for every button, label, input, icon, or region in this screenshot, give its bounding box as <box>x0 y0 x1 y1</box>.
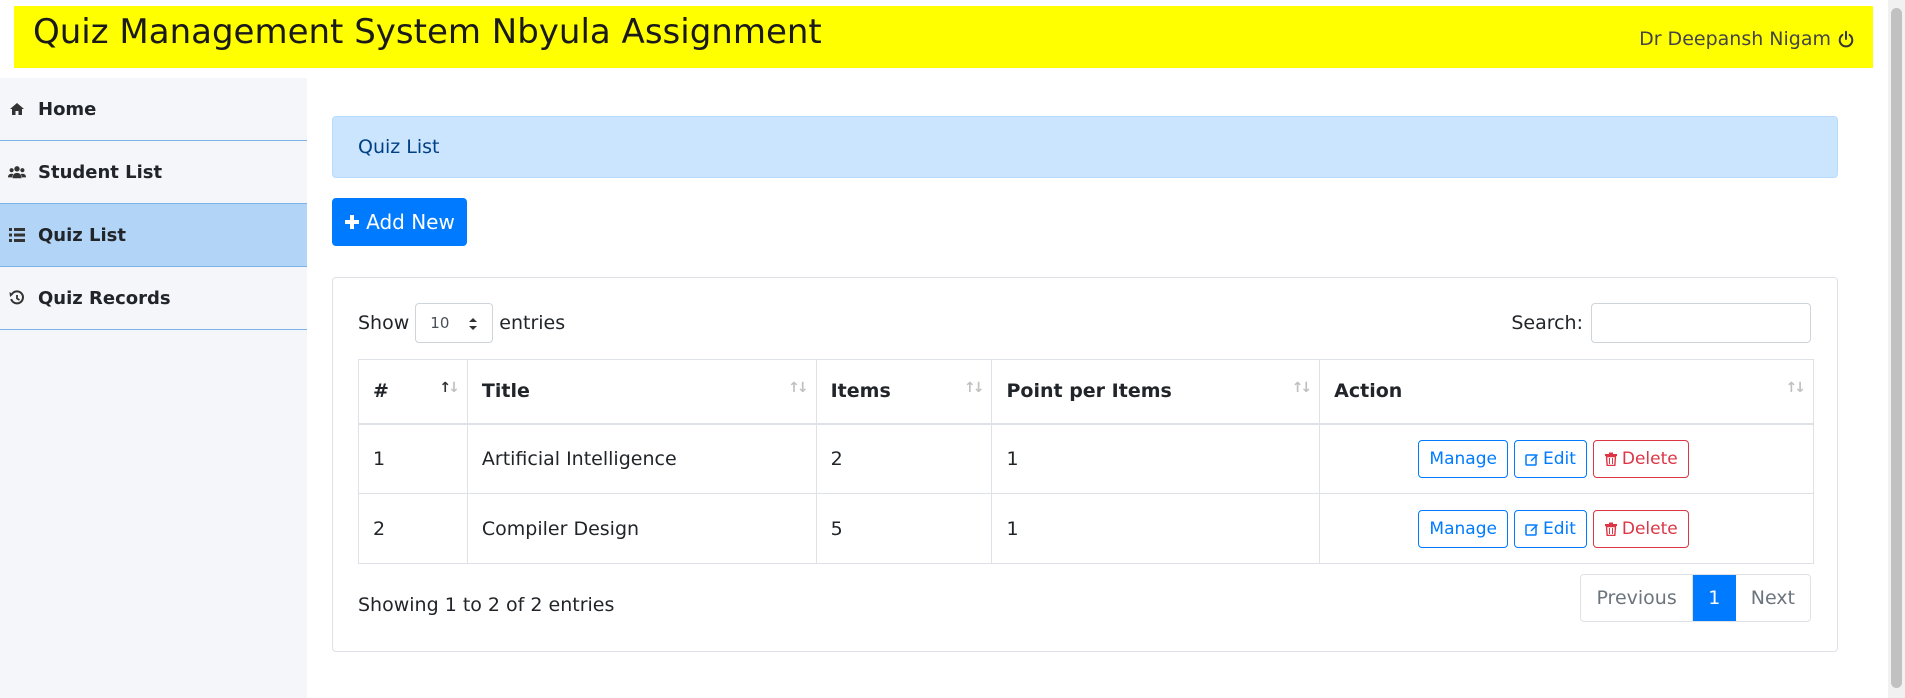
pagination-previous[interactable]: Previous <box>1581 575 1693 621</box>
sidebar-item-student-list[interactable]: Student List <box>0 141 307 204</box>
delete-button[interactable]: Delete <box>1592 509 1689 548</box>
trash-icon <box>1604 522 1617 536</box>
sidebar-item-quiz-records[interactable]: Quiz Records <box>0 267 307 330</box>
user-name: Dr Deepansh Nigam <box>1639 28 1831 50</box>
cell-number: 2 <box>358 493 468 564</box>
edit-label: Edit <box>1542 518 1576 539</box>
entries-value: 10 <box>430 314 450 332</box>
column-header-label: Point per Items <box>1006 380 1172 403</box>
delete-button[interactable]: Delete <box>1592 439 1689 478</box>
delete-label: Delete <box>1621 448 1678 469</box>
sort-asc-icon: ↑↓ <box>439 380 460 396</box>
top-header: Quiz Management System Nbyula Assignment… <box>14 6 1873 68</box>
sort-icon: ↑↓ <box>1291 380 1313 396</box>
home-icon <box>8 100 26 118</box>
cell-number: 1 <box>358 423 468 494</box>
cell-title: Compiler Design <box>466 493 817 564</box>
table-info: Showing 1 to 2 of 2 entries <box>358 594 615 616</box>
scrollbar-thumb[interactable] <box>1891 8 1902 688</box>
manage-button[interactable]: Manage <box>1418 509 1508 548</box>
page-title-banner: Quiz List <box>332 116 1838 178</box>
history-icon <box>8 289 26 307</box>
column-header-label: Title <box>481 380 530 403</box>
entries-length-control: Show 10 entries <box>358 303 565 343</box>
column-header-number[interactable]: # ↑↓ <box>358 359 468 425</box>
cell-actions: Manage Edit Delete <box>1319 493 1814 564</box>
list-icon <box>8 226 26 244</box>
pagination-page-current[interactable]: 1 <box>1692 575 1736 621</box>
user-menu[interactable]: Dr Deepansh Nigam <box>1639 28 1855 50</box>
plus-icon <box>345 215 360 229</box>
delete-label: Delete <box>1621 518 1678 539</box>
column-header-label: Action <box>1334 380 1403 403</box>
cell-points: 1 <box>991 423 1321 494</box>
sort-icon: ↑↓ <box>788 380 809 396</box>
show-label: Show <box>358 312 410 334</box>
sidebar: Home Student List Quiz List Quiz Records <box>0 78 307 698</box>
sort-icon: ↑↓ <box>1785 380 1807 396</box>
page-scrollbar[interactable] <box>1888 0 1905 698</box>
search-label: Search: <box>1511 312 1583 334</box>
column-header-points[interactable]: Point per Items ↑↓ <box>991 359 1321 425</box>
cell-actions: Manage Edit Delete <box>1319 423 1814 494</box>
add-new-label: Add New <box>366 210 455 234</box>
edit-button[interactable]: Edit <box>1513 509 1587 548</box>
sidebar-item-home[interactable]: Home <box>0 78 307 141</box>
cell-title: Artificial Intelligence <box>466 423 817 494</box>
cell-items: 2 <box>815 423 993 494</box>
manage-button[interactable]: Manage <box>1418 439 1508 478</box>
quiz-table: # ↑↓ Title ↑↓ Items ↑↓ Point per Items ↑↓ Ac… <box>358 359 1814 564</box>
search-input[interactable] <box>1591 303 1811 343</box>
power-icon[interactable] <box>1837 30 1855 48</box>
edit-button[interactable]: Edit <box>1513 439 1587 478</box>
edit-label: Edit <box>1542 448 1576 469</box>
column-header-items[interactable]: Items ↑↓ <box>815 359 993 425</box>
users-icon <box>8 163 26 181</box>
sidebar-item-label: Quiz Records <box>38 287 171 309</box>
column-header-title[interactable]: Title ↑↓ <box>466 359 817 425</box>
sidebar-item-label: Quiz List <box>38 224 126 246</box>
page-title: Quiz List <box>358 136 440 158</box>
sort-caret-icon <box>469 318 478 330</box>
quiz-table-card: Show 10 entries Search: # ↑↓ Title ↑↓ Item… <box>332 277 1838 652</box>
pagination: Previous 1 Next <box>1580 574 1811 622</box>
table-row: 2 Compiler Design 5 1 Manage Edit Delete <box>358 493 1814 564</box>
sort-icon: ↑↓ <box>964 380 985 396</box>
app-title: Quiz Management System Nbyula Assignment <box>33 12 822 52</box>
sidebar-item-quiz-list[interactable]: Quiz List <box>0 204 307 267</box>
manage-label: Manage <box>1429 448 1497 469</box>
trash-icon <box>1604 452 1617 466</box>
pagination-next[interactable]: Next <box>1736 575 1810 621</box>
entries-select[interactable]: 10 <box>415 303 494 343</box>
sidebar-item-label: Student List <box>38 161 163 183</box>
cell-items: 5 <box>815 493 993 564</box>
column-header-label: Items <box>830 380 891 403</box>
manage-label: Manage <box>1429 518 1497 539</box>
cell-points: 1 <box>991 493 1321 564</box>
column-header-action[interactable]: Action ↑↓ <box>1319 359 1814 425</box>
sidebar-item-label: Home <box>38 98 97 120</box>
table-header-row: # ↑↓ Title ↑↓ Items ↑↓ Point per Items ↑↓ Ac… <box>358 359 1814 425</box>
column-header-label: # <box>373 380 389 403</box>
entries-label: entries <box>499 312 566 334</box>
add-new-button[interactable]: Add New <box>332 198 467 246</box>
edit-icon <box>1525 453 1538 466</box>
table-row: 1 Artificial Intelligence 2 1 Manage Edi… <box>358 423 1814 494</box>
edit-icon <box>1525 523 1538 536</box>
search-control: Search: <box>1511 303 1811 343</box>
